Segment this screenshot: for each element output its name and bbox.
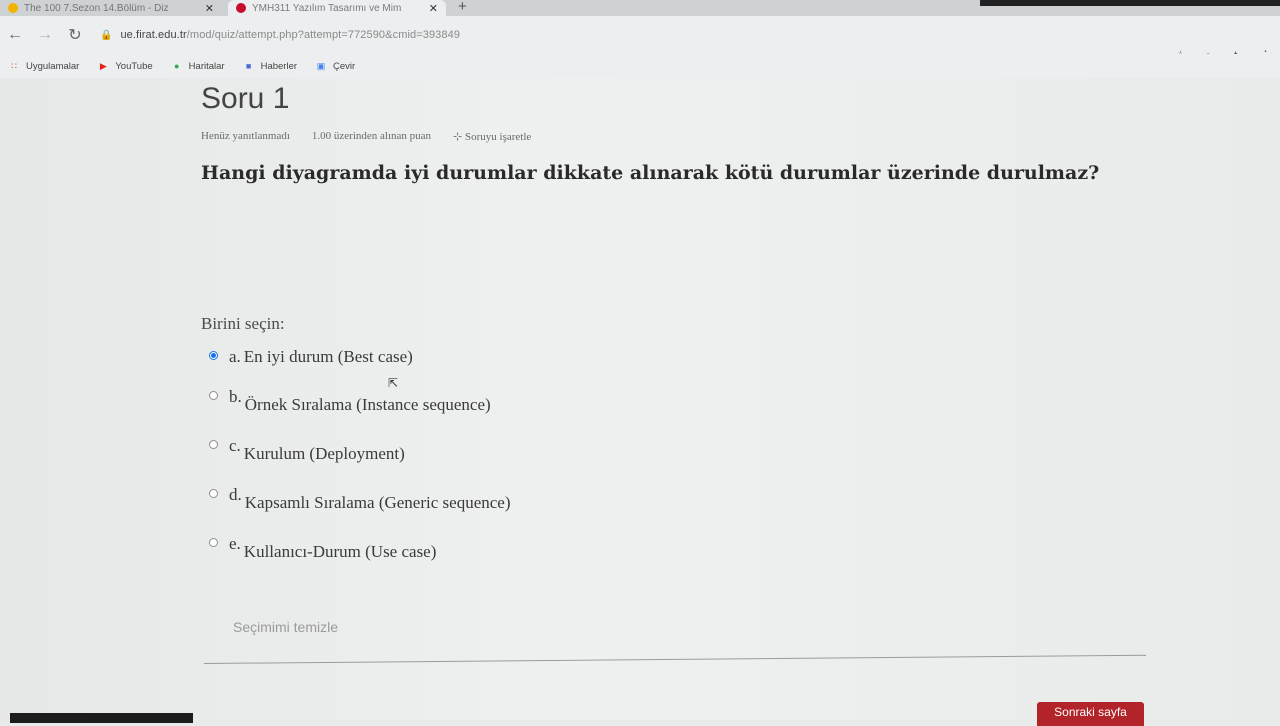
bookmark-label: Haritalar [188, 60, 225, 72]
address-bar[interactable]: 🔒 ue.firat.edu.tr/mod/quiz/attempt.php?a… [100, 29, 460, 41]
maps-pin-icon: ● [173, 61, 180, 71]
bookmark-news[interactable]: ■ Haberler [243, 61, 297, 72]
option-label: Kurulum (Deployment) [243, 444, 405, 463]
bookmark-apps[interactable]: ∷ Uygulamalar [8, 61, 79, 72]
lock-icon: 🔒 [100, 29, 113, 41]
tab-favicon-icon [236, 3, 246, 13]
forward-arrow-icon[interactable]: → [30, 26, 60, 44]
radio-button[interactable] [209, 391, 218, 400]
option-label: Kapsamlı Sıralama (Generic sequence) [244, 493, 511, 512]
question-text: Hangi diyagramda iyi durumlar dikkate al… [201, 162, 1100, 184]
question-title: Soru 1 [201, 82, 290, 115]
mouse-cursor-icon: ⇱ [388, 376, 399, 390]
radio-button[interactable] [209, 440, 218, 449]
screen-bezel [980, 0, 1280, 6]
question-info: Henüz yanıtlanmadı 1.00 üzerinden alınan… [201, 130, 531, 143]
news-icon: ■ [245, 61, 252, 71]
radio-button[interactable] [209, 538, 218, 547]
bookmark-label: Haberler [260, 60, 298, 72]
reload-icon[interactable]: ↻ [60, 25, 90, 45]
youtube-icon: ▶ [99, 60, 107, 71]
answer-option-c[interactable]: c. Kurulum (Deployment) [209, 436, 405, 464]
url-path: /mod/quiz/attempt.php?attempt=772590&cmi… [186, 29, 461, 41]
bookmarks-bar: ∷ Uygulamalar ▶ YouTube ● Haritalar ■ Ha… [0, 54, 1280, 78]
tab-title: YMH311 Yazılım Tasarımı ve Mim [252, 2, 402, 14]
back-arrow-icon[interactable]: ← [0, 26, 30, 44]
option-label: Örnek Sıralama (Instance sequence) [244, 395, 491, 414]
radio-button[interactable] [209, 351, 218, 360]
radio-button[interactable] [209, 489, 218, 498]
bookmark-maps[interactable]: ● Haritalar [171, 61, 225, 72]
divider [203, 654, 1146, 664]
tab-title: The 100 7.Sezon 14.Bölüm - Diz [24, 2, 169, 14]
quiz-page: Soru 1 Henüz yanıtlanmadı 1.00 üzerinden… [0, 78, 1280, 726]
new-tab-button[interactable]: + [458, 0, 467, 14]
question-status: Henüz yanıtlanmadı [201, 130, 290, 142]
flag-question-link[interactable]: ⊹ Soruyu işaretle [453, 130, 531, 143]
tab-close-icon[interactable]: ✕ [205, 2, 214, 15]
answer-option-b[interactable]: b. Örnek Sıralama (Instance sequence) [209, 387, 491, 415]
bookmark-label: YouTube [115, 60, 153, 72]
apps-grid-icon: ∷ [11, 60, 17, 71]
answer-prompt: Birini seçin: [201, 314, 285, 333]
option-letter: d. [229, 485, 242, 504]
url-text: ue.firat.edu.tr/mod/quiz/attempt.php?att… [120, 29, 460, 41]
bookmark-label: Uygulamalar [26, 60, 80, 72]
answer-option-d[interactable]: d. Kapsamlı Sıralama (Generic sequence) [209, 485, 511, 513]
url-host: ue.firat.edu.tr [120, 29, 187, 41]
question-marks: 1.00 üzerinden alınan puan [311, 130, 432, 142]
tab-strip: The 100 7.Sezon 14.Bölüm - Diz ✕ YMH311 … [0, 0, 1280, 16]
option-label: Kullanıcı-Durum (Use case) [243, 542, 437, 561]
answer-option-a[interactable]: a. En iyi durum (Best case) [209, 347, 413, 367]
browser-toolbar: ← → ↻ 🔒 ue.firat.edu.tr/mod/quiz/attempt… [0, 16, 1280, 54]
translate-icon: ▣ [316, 60, 326, 71]
answer-option-e[interactable]: e. Kullanıcı-Durum (Use case) [209, 534, 436, 562]
option-letter: a. [229, 347, 241, 366]
option-letter: b. [229, 387, 242, 406]
next-page-button[interactable]: Sonraki sayfa [1037, 702, 1144, 726]
tab-episode[interactable]: The 100 7.Sezon 14.Bölüm - Diz ✕ [0, 0, 222, 16]
tab-close-icon[interactable]: ✕ [429, 2, 438, 15]
flag-icon: ⊹ [453, 131, 465, 143]
option-letter: e. [229, 534, 241, 553]
tab-quiz[interactable]: YMH311 Yazılım Tasarımı ve Mim ✕ [228, 0, 446, 16]
tab-favicon-icon [8, 3, 18, 13]
bookmark-youtube[interactable]: ▶ YouTube [97, 60, 153, 72]
option-letter: c. [229, 436, 241, 455]
bookmark-translate[interactable]: ▣ Çevir [315, 61, 355, 72]
clear-choice-link[interactable]: Seçimimi temizle [233, 619, 338, 635]
bookmark-label: Çevir [333, 60, 356, 72]
flag-label: Soruyu işaretle [465, 131, 532, 143]
taskbar-edge [10, 713, 193, 723]
option-label: En iyi durum (Best case) [243, 347, 413, 366]
